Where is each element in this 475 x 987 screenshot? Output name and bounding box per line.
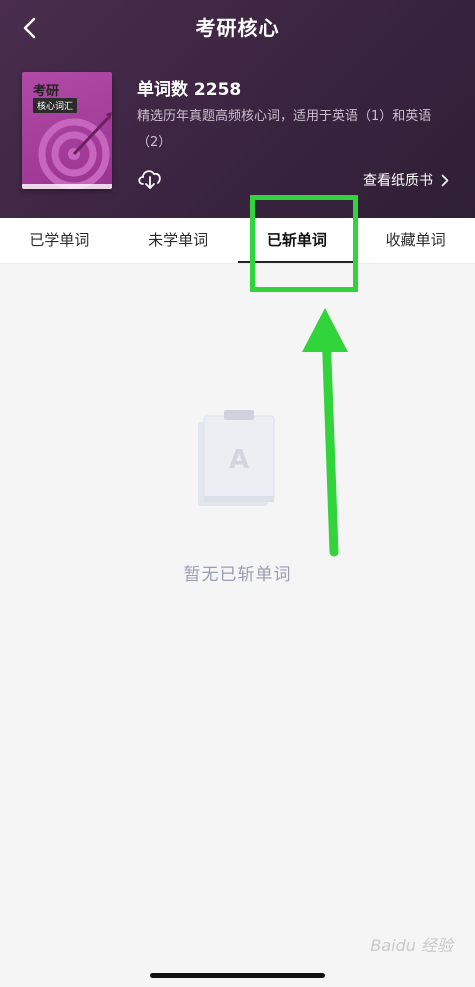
chevron-right-icon [441, 174, 449, 186]
cover-strip [22, 184, 112, 189]
tab-favorites[interactable]: 收藏单词 [356, 218, 475, 263]
annotation-arrow-icon [302, 308, 348, 557]
view-paper-book-link[interactable]: 查看纸质书 [363, 170, 449, 190]
home-indicator[interactable] [150, 973, 325, 978]
book-header: 考研核心 考研 核心词汇 单词数 2258 精选历年真题高频核心词，适用于英语（… [0, 0, 475, 218]
book-description: 精选历年真题高频核心词，适用于英语（1）和英语（2） [137, 109, 432, 150]
tab-learned[interactable]: 已学单词 [0, 218, 119, 263]
cloud-download-icon [138, 170, 161, 189]
book-cover[interactable]: 考研 核心词汇 [22, 72, 112, 189]
paper-book-label: 查看纸质书 [363, 173, 433, 189]
highlight-annotation-box [250, 195, 358, 292]
download-button[interactable] [136, 166, 164, 190]
tab-unlearned[interactable]: 未学单词 [119, 218, 238, 263]
empty-state-text: 暂无已斩单词 [183, 565, 292, 585]
target-icon [38, 112, 112, 189]
word-count: 单词数 2258 [137, 80, 242, 100]
svg-text:A: A [229, 445, 249, 475]
word-tabs: 已学单词 未学单词 已斩单词 收藏单词 [0, 218, 475, 264]
watermark: Baidu 经验 [370, 936, 453, 955]
page-title: 考研核心 [195, 16, 280, 40]
empty-notebook-icon: A [198, 410, 275, 506]
